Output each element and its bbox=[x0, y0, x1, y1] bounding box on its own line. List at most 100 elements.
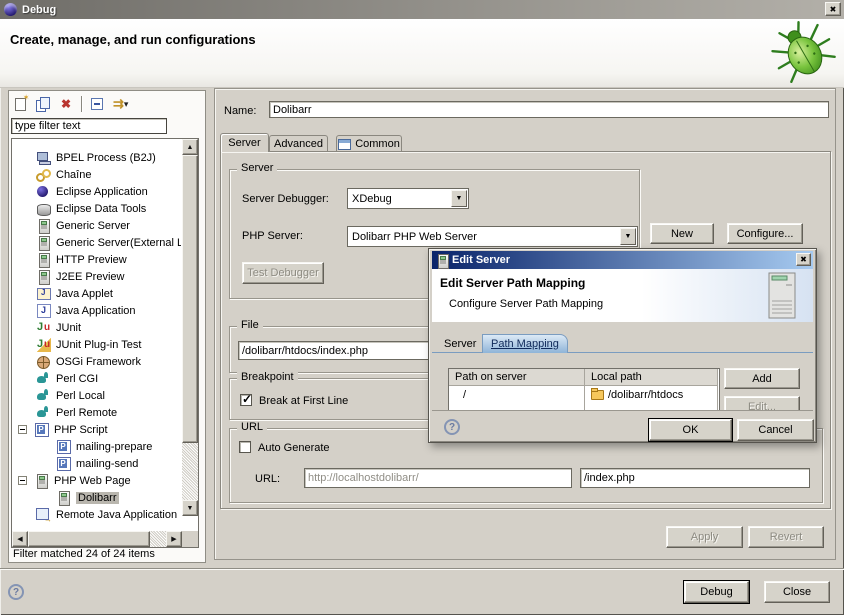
delete-configuration-button[interactable] bbox=[57, 94, 75, 114]
server-icon bbox=[56, 490, 71, 505]
tree-item-label: Eclipse Application bbox=[56, 186, 148, 198]
edit-server-tab-server[interactable]: Server bbox=[436, 334, 484, 353]
horizontal-scroll-thumb[interactable] bbox=[28, 531, 150, 547]
apply-button[interactable]: Apply bbox=[666, 526, 743, 548]
filter-status: Filter matched 24 of 24 items bbox=[13, 548, 155, 560]
close-button[interactable]: Close bbox=[764, 581, 830, 603]
collapse-toggle-icon[interactable] bbox=[18, 425, 27, 434]
java-applet-icon bbox=[36, 286, 51, 301]
duplicate-configuration-button[interactable] bbox=[33, 94, 53, 114]
server-icon bbox=[36, 235, 51, 250]
duplicate-config-icon bbox=[36, 97, 50, 111]
filter-input[interactable] bbox=[11, 118, 167, 134]
edit-server-title: Edit Server bbox=[452, 254, 510, 266]
tree-item-perl-remote[interactable]: Perl Remote bbox=[12, 404, 181, 421]
tree-item-label: Perl Local bbox=[56, 390, 105, 402]
table-row[interactable]: / /dolibarr/htdocs bbox=[449, 386, 719, 403]
tree-item-eclipse-data-tools[interactable]: Eclipse Data Tools bbox=[12, 200, 181, 217]
scroll-left-button[interactable]: ◀ bbox=[12, 531, 28, 547]
debug-button[interactable]: Debug bbox=[684, 581, 749, 603]
collapse-all-button[interactable] bbox=[88, 94, 106, 114]
scroll-right-button[interactable]: ▶ bbox=[166, 531, 182, 547]
server-icon bbox=[36, 252, 51, 267]
tree-item-label: Java Application bbox=[56, 305, 136, 317]
local-path-value: /dolibarr/htdocs bbox=[608, 389, 683, 401]
edit-server-footer: OK Cancel bbox=[432, 410, 813, 441]
new-config-icon bbox=[15, 98, 26, 111]
tree-item-label: mailing-prepare bbox=[76, 441, 152, 453]
add-mapping-button[interactable]: Add bbox=[724, 368, 800, 389]
debug-configurations-window: Debug Create, manage, and run configurat… bbox=[0, 0, 844, 615]
tree-item-mailing-send[interactable]: mailing-send bbox=[12, 455, 181, 472]
tab-server[interactable]: Server bbox=[220, 133, 269, 152]
php-icon bbox=[56, 456, 71, 471]
tree-item-j2ee-preview[interactable]: J2EE Preview bbox=[12, 268, 181, 285]
tree-item-eclipse-application[interactable]: Eclipse Application bbox=[12, 183, 181, 200]
tree-item-perl-local[interactable]: Perl Local bbox=[12, 387, 181, 404]
edit-server-tabs: Server Path Mapping bbox=[432, 334, 813, 353]
delete-config-icon bbox=[61, 97, 71, 111]
new-configuration-button[interactable] bbox=[11, 94, 29, 114]
edit-server-tab-path-mapping[interactable]: Path Mapping bbox=[482, 334, 568, 353]
junit-plugin-icon bbox=[36, 337, 51, 352]
tree-item-generic-server[interactable]: Generic Server bbox=[12, 217, 181, 234]
filter-launch-icon bbox=[113, 96, 124, 112]
window-titlebar: Debug bbox=[0, 0, 844, 19]
table-header-row: Path on server Local path bbox=[449, 369, 719, 386]
tree-item-generic-server-external-la[interactable]: Generic Server(External La bbox=[12, 234, 181, 251]
path-mapping-table[interactable]: Path on server Local path / /dolibarr/ht… bbox=[448, 368, 720, 410]
tab-common[interactable]: Common bbox=[336, 135, 402, 152]
tree-item-label: Perl CGI bbox=[56, 373, 98, 385]
horizontal-scrollbar[interactable]: ◀ ▶ bbox=[12, 531, 182, 547]
ok-button[interactable]: OK bbox=[649, 419, 732, 441]
help-icon[interactable] bbox=[8, 584, 24, 600]
cancel-button[interactable]: Cancel bbox=[737, 419, 814, 441]
tree-item-dolibarr[interactable]: Dolibarr bbox=[12, 489, 181, 506]
dropdown-caret-icon bbox=[124, 98, 129, 110]
edit-server-close-button[interactable] bbox=[796, 253, 811, 266]
tab-advanced-label: Advanced bbox=[274, 138, 323, 150]
tree-item-osgi-framework[interactable]: OSGi Framework bbox=[12, 353, 181, 370]
perl-icon bbox=[36, 371, 51, 386]
vertical-scroll-thumb[interactable] bbox=[182, 155, 198, 443]
tree-item-perl-cgi[interactable]: Perl CGI bbox=[12, 370, 181, 387]
name-input[interactable] bbox=[269, 101, 829, 118]
config-tree-widget: BPEL Process (B2J)Chaîne Eclipse Applicat… bbox=[11, 138, 199, 548]
edit-server-header: Edit Server Path Mapping Configure Serve… bbox=[432, 269, 813, 322]
page-title: Create, manage, and run configurations bbox=[10, 32, 256, 47]
server-icon bbox=[36, 269, 51, 284]
eclipse-icon bbox=[36, 184, 51, 199]
revert-button[interactable]: Revert bbox=[748, 526, 824, 548]
tree-item-junit-plug-in-test[interactable]: JUnit Plug-in Test bbox=[12, 336, 181, 353]
tree-item-php-web-page[interactable]: PHP Web Page bbox=[12, 472, 181, 489]
config-toolbar bbox=[11, 93, 131, 115]
tree-item-http-preview[interactable]: HTTP Preview bbox=[12, 251, 181, 268]
edit-mapping-button[interactable]: Edit... bbox=[724, 396, 800, 410]
footer-separator bbox=[0, 568, 844, 570]
server-icon bbox=[34, 473, 49, 488]
tree-item-php-script[interactable]: PHP Script bbox=[12, 421, 181, 438]
tree-item-remote-java-application[interactable]: Remote Java Application bbox=[12, 506, 181, 523]
path-on-server-cell: / bbox=[449, 386, 585, 403]
tree-item-label: PHP Web Page bbox=[54, 475, 131, 487]
tree-item-label: HTTP Preview bbox=[56, 254, 127, 266]
edit-server-dialog: Edit Server Edit Server Path Mapping Con… bbox=[428, 248, 817, 443]
tab-advanced[interactable]: Advanced bbox=[269, 135, 328, 152]
scroll-down-button[interactable]: ▼ bbox=[182, 500, 198, 516]
tree-item-java-application[interactable]: Java Application bbox=[12, 302, 181, 319]
tree-item-junit[interactable]: JUnit bbox=[12, 319, 181, 336]
vertical-scrollbar[interactable]: ▲ ▼ bbox=[182, 139, 198, 516]
java-icon bbox=[36, 303, 51, 318]
collapse-toggle-icon[interactable] bbox=[18, 476, 27, 485]
scroll-up-button[interactable]: ▲ bbox=[182, 139, 198, 155]
help-icon[interactable] bbox=[444, 419, 460, 435]
perl-icon bbox=[36, 388, 51, 403]
tree-item-bpel-process-b2j[interactable]: BPEL Process (B2J) bbox=[12, 149, 181, 166]
filter-launch-button[interactable] bbox=[110, 94, 131, 114]
tree-item-cha-ne[interactable]: Chaîne bbox=[12, 166, 181, 183]
tree-item-label: JUnit bbox=[56, 322, 81, 334]
tree-item-mailing-prepare[interactable]: mailing-prepare bbox=[12, 438, 181, 455]
edit-server-tab-path-mapping-label: Path Mapping bbox=[491, 338, 559, 350]
tree-item-java-applet[interactable]: Java Applet bbox=[12, 285, 181, 302]
window-close-button[interactable] bbox=[825, 2, 841, 16]
